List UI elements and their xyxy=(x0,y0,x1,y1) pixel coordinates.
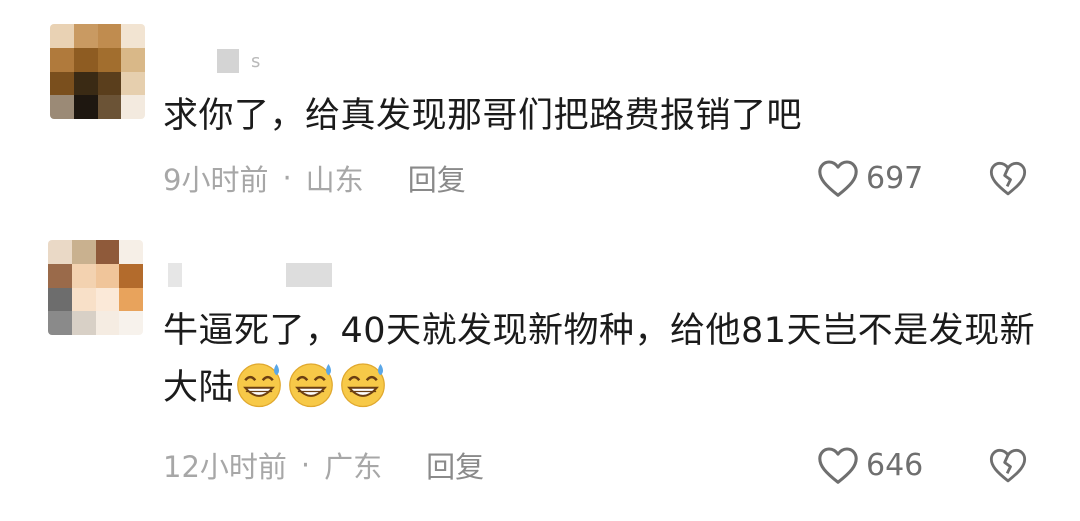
like-count: 697 xyxy=(866,160,924,196)
comment-text-content: 求你了，给真发现那哥们把路费报销了吧 xyxy=(163,96,803,136)
username-redacted xyxy=(286,263,332,287)
username-suffix: s xyxy=(251,50,261,72)
like-button[interactable]: 697 xyxy=(816,156,923,200)
like-count: 646 xyxy=(866,447,924,483)
comment-location: 广东 xyxy=(324,450,383,484)
heart-outline-icon xyxy=(818,160,858,197)
comment-time: 9小时前 xyxy=(163,163,269,197)
heart-outline-icon xyxy=(818,447,858,484)
grinning-sweat-emoji xyxy=(237,363,281,408)
comment-item: s 求你了，给真发现那哥们把路费报销了吧 9小时前 · 山东 回复 697 xyxy=(0,0,1080,230)
meta-separator: · xyxy=(282,161,292,195)
comment-item: 牛逼死了，40天就发现新物种，给他81天岂不是发现新大陆 12小时前 · 广东 … xyxy=(0,230,1080,521)
comment-text: 牛逼死了，40天就发现新物种，给他81天岂不是发现新大陆 xyxy=(163,303,1040,416)
comment-time: 12小时前 xyxy=(163,450,287,484)
grinning-sweat-emoji xyxy=(341,363,385,408)
comment-location: 山东 xyxy=(305,163,364,197)
comment-meta: 9小时前 · 山东 回复 xyxy=(163,158,466,198)
username-redacted xyxy=(217,49,239,73)
reply-button[interactable]: 回复 xyxy=(408,157,466,199)
grinning-sweat-emoji xyxy=(289,363,333,408)
like-button[interactable]: 646 xyxy=(816,443,923,487)
comment-text: 求你了，给真发现那哥们把路费报销了吧 xyxy=(163,88,1040,144)
avatar[interactable] xyxy=(48,240,143,335)
avatar[interactable] xyxy=(50,24,145,119)
reply-button[interactable]: 回复 xyxy=(426,444,484,486)
meta-separator: · xyxy=(300,448,311,482)
broken-heart-icon[interactable] xyxy=(988,158,1028,198)
username[interactable]: s xyxy=(217,48,260,74)
comment-meta: 12小时前 · 广东 回复 xyxy=(163,445,484,485)
username-redacted xyxy=(168,263,182,287)
broken-heart-icon[interactable] xyxy=(988,445,1028,485)
username[interactable] xyxy=(168,262,332,288)
